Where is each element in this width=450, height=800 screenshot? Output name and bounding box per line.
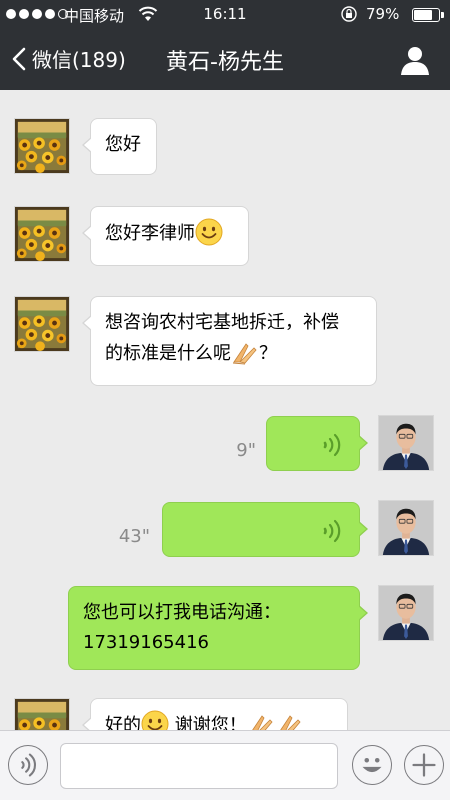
smile-emoji-icon xyxy=(195,218,223,246)
carrier-name: 中国移动 xyxy=(64,7,125,25)
battery-nub xyxy=(441,12,444,18)
signal-dot xyxy=(45,9,55,19)
message-content: 想咨询农村宅基地拆迁，补偿 的标准是什么呢 ？ xyxy=(91,297,376,380)
wifi-icon xyxy=(138,6,158,21)
sunflower-avatar-image xyxy=(15,297,69,351)
lawyer-avatar-image xyxy=(379,416,433,470)
message-text: 的标准是什么呢 xyxy=(105,343,231,364)
status-time: 16:11 xyxy=(203,5,247,23)
user-avatar[interactable] xyxy=(378,415,434,471)
back-button[interactable]: 微信(189) xyxy=(10,44,126,73)
battery-fill xyxy=(414,10,432,20)
voice-message-bubble-outgoing[interactable] xyxy=(266,416,368,471)
contact-avatar[interactable] xyxy=(14,296,70,352)
signal-dot xyxy=(6,9,16,19)
lawyer-avatar-image xyxy=(379,501,433,555)
back-label: 微信(189) xyxy=(32,48,126,72)
voice-message-bubble-outgoing[interactable] xyxy=(162,502,368,557)
sunflower-avatar-image xyxy=(15,207,69,261)
phone-number-link[interactable]: 17319165416 xyxy=(83,628,345,658)
header: 中国移动 16:11 79% 微信(189) 黄石-杨先生 xyxy=(0,0,450,90)
voice-duration: 43" xyxy=(118,526,150,547)
battery-icon xyxy=(412,8,444,22)
voice-icon[interactable] xyxy=(8,745,48,785)
contact-avatar[interactable] xyxy=(14,118,70,174)
message-content: 您也可以打我电话沟通： 17319165416 xyxy=(69,587,359,669)
message-bubble-incoming[interactable]: 想咨询农村宅基地拆迁，补偿 的标准是什么呢 ？ xyxy=(82,296,377,386)
voice-duration: 9" xyxy=(236,440,256,461)
message-bubble-incoming[interactable]: 您好李律师 xyxy=(82,206,249,266)
voice-wave-icon xyxy=(319,518,341,544)
chevron-left-icon xyxy=(12,47,26,70)
message-text-line: 想咨询农村宅基地拆迁，补偿 xyxy=(105,312,339,333)
plus-icon[interactable] xyxy=(404,745,444,785)
orientation-lock-icon xyxy=(341,6,357,22)
smiley-icon[interactable] xyxy=(352,745,392,785)
input-bar xyxy=(0,730,450,800)
message-content: 您好李律师 xyxy=(91,207,248,260)
message-bubble-outgoing[interactable]: 您也可以打我电话沟通： 17319165416 xyxy=(68,586,368,670)
message-text-line: 您也可以打我电话沟通： xyxy=(83,602,281,623)
sunflower-avatar-image xyxy=(15,119,69,173)
praying-hands-emoji-icon xyxy=(231,338,259,366)
battery-percent: 79% xyxy=(366,5,400,23)
message-bubble-incoming[interactable]: 您好 xyxy=(82,118,157,175)
message-text-line: 的标准是什么呢 ？ xyxy=(105,338,362,369)
lawyer-avatar-image xyxy=(379,586,433,640)
message-text: ？ xyxy=(259,343,277,364)
voice-wave-icon xyxy=(319,432,341,458)
signal-strength-icon xyxy=(6,9,68,19)
user-avatar[interactable] xyxy=(378,585,434,641)
signal-dot xyxy=(19,9,29,19)
chat-title: 黄石-杨先生 xyxy=(166,50,284,75)
status-bar: 中国移动 16:11 79% xyxy=(0,0,450,30)
user-avatar[interactable] xyxy=(378,500,434,556)
contact-avatar[interactable] xyxy=(14,206,70,262)
message-text: 您好李律师 xyxy=(105,223,195,244)
signal-dot xyxy=(32,9,42,19)
nav-bar: 微信(189) 黄石-杨先生 xyxy=(0,30,450,90)
person-icon[interactable] xyxy=(398,43,432,77)
message-text: 您好 xyxy=(105,134,141,155)
message-input[interactable] xyxy=(60,743,338,789)
